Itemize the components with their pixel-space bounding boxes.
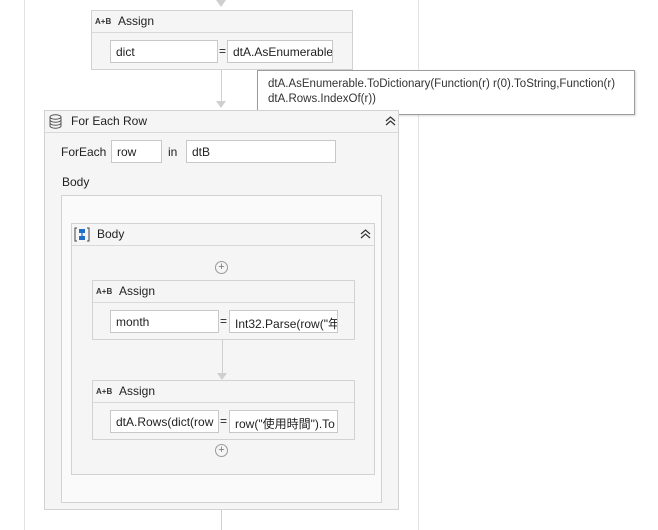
foreach-item-field[interactable]: row [111, 140, 162, 163]
arrow-foreach [216, 101, 226, 108]
foreach-row-activity[interactable]: For Each Row ForEach row in dtB Body Bod… [44, 110, 399, 510]
foreach-label: ForEach [61, 145, 107, 159]
assign-header: A+B Assign [92, 11, 352, 33]
assign-value-field[interactable]: row("使用時間").To [229, 410, 338, 433]
connector-assign-foreach [221, 70, 222, 104]
expression-tooltip: dtA.AsEnumerable.ToDictionary(Function(r… [257, 70, 635, 115]
foreach-header: For Each Row [45, 111, 398, 133]
sequence-collapse-chevron-icon[interactable] [359, 229, 371, 241]
tooltip-line-2: dtA.Rows.IndexOf(r)) [268, 93, 376, 105]
assign-header: A+B Assign [93, 281, 354, 303]
assign-title: Assign [118, 14, 155, 28]
canvas-left-border [24, 0, 25, 530]
sequence-title: Body [97, 227, 125, 241]
connector-month-rows [222, 340, 223, 376]
body-drop-area: Body + A+B Assign month = Int32.Parse(ro… [61, 195, 382, 503]
sequence-icon [74, 227, 90, 245]
in-label: in [168, 145, 178, 159]
assign-icon: A+B [96, 387, 113, 396]
add-activity-plus-icon[interactable]: + [215, 261, 228, 274]
assign-activity-dict[interactable]: A+B Assign dict = dtA.AsEnumerable [91, 10, 353, 70]
assign-activity-dta-rows[interactable]: A+B Assign dtA.Rows(dict(row = row("使用時間… [92, 380, 355, 440]
sequence-header: Body [72, 224, 374, 246]
assign-title: Assign [119, 284, 156, 298]
body-label: Body [62, 175, 90, 189]
assign-to-field[interactable]: month [110, 310, 219, 333]
connector-bottom [221, 510, 222, 530]
assign-title: Assign [119, 384, 156, 398]
assign-header: A+B Assign [93, 381, 354, 403]
assign-icon: A+B [96, 287, 113, 296]
assign-to-field[interactable]: dict [110, 40, 218, 63]
tooltip-line-1: dtA.AsEnumerable.ToDictionary(Function(r… [268, 78, 616, 90]
assign-activity-month[interactable]: A+B Assign month = Int32.Parse(row("年 [92, 280, 355, 340]
database-icon [49, 114, 62, 132]
equals-sign: = [219, 44, 227, 58]
collapse-chevron-icon[interactable] [384, 116, 396, 128]
arrow-rows [217, 373, 227, 380]
assign-to-field[interactable]: dtA.Rows(dict(row [110, 410, 219, 433]
assign-value-field[interactable]: Int32.Parse(row("年 [229, 310, 338, 333]
foreach-title: For Each Row [71, 114, 148, 128]
sequence-body[interactable]: Body + A+B Assign month = Int32.Parse(ro… [71, 223, 375, 475]
arrow-top [216, 0, 226, 7]
equals-sign: = [220, 314, 228, 328]
assign-value-field[interactable]: dtA.AsEnumerable [227, 40, 333, 63]
assign-icon: A+B [95, 17, 112, 26]
foreach-collection-field[interactable]: dtB [186, 140, 336, 163]
add-activity-plus-icon[interactable]: + [215, 444, 228, 457]
equals-sign: = [220, 414, 228, 428]
